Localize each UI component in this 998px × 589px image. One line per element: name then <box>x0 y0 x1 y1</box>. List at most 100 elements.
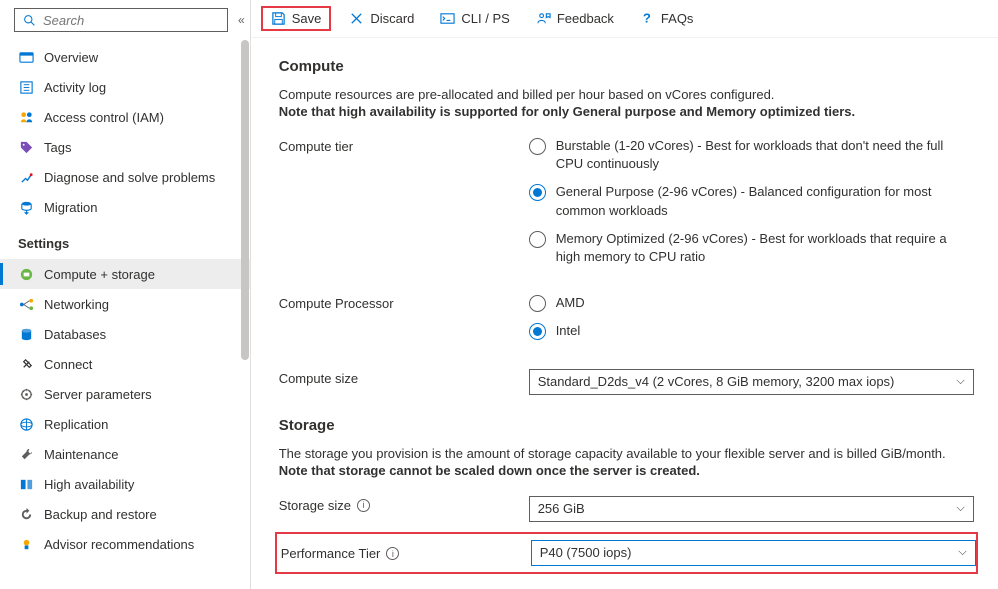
radio-label: Intel <box>556 322 581 340</box>
compute-desc2: Note that high availability is supported… <box>279 104 855 119</box>
save-button[interactable]: Save <box>261 6 332 31</box>
cli-label: CLI / PS <box>461 11 509 26</box>
radio-label: Burstable (1-20 vCores) - Best for workl… <box>556 137 959 173</box>
compute-tier-label: Compute tier <box>279 137 529 154</box>
nav-label: Replication <box>44 417 108 432</box>
compute-storage-icon <box>18 266 34 282</box>
compute-desc1: Compute resources are pre-allocated and … <box>279 87 978 102</box>
faqs-button[interactable]: ? FAQs <box>632 7 702 30</box>
sidebar-item-maintenance[interactable]: Maintenance <box>0 439 250 469</box>
sidebar-item-activity-log[interactable]: Activity log <box>0 72 250 102</box>
compute-size-select[interactable]: Standard_D2ds_v4 (2 vCores, 8 GiB memory… <box>529 369 974 395</box>
compute-tier-memory-optimized[interactable]: Memory Optimized (2-96 vCores) - Best fo… <box>529 230 959 266</box>
feedback-button[interactable]: Feedback <box>528 7 622 30</box>
radio-icon <box>529 138 546 155</box>
radio-label: General Purpose (2-96 vCores) - Balanced… <box>556 183 959 219</box>
nav-label: Backup and restore <box>44 507 157 522</box>
nav-label: Advisor recommendations <box>44 537 194 552</box>
radio-label: AMD <box>556 294 585 312</box>
server-parameters-icon <box>18 386 34 402</box>
chevron-down-icon: ⌵ <box>956 375 964 388</box>
sidebar-item-networking[interactable]: Networking <box>0 289 250 319</box>
save-label: Save <box>292 11 322 26</box>
sidebar-item-advisor[interactable]: Advisor recommendations <box>0 529 250 559</box>
sidebar-item-access-control[interactable]: Access control (IAM) <box>0 102 250 132</box>
nav-label: Maintenance <box>44 447 118 462</box>
nav-label: Access control (IAM) <box>44 110 164 125</box>
tags-icon <box>18 139 34 155</box>
maintenance-icon <box>18 446 34 462</box>
sidebar-item-diagnose[interactable]: Diagnose and solve problems <box>0 162 250 192</box>
sidebar-item-connect[interactable]: Connect <box>0 349 250 379</box>
storage-size-label: Storage size <box>279 498 351 513</box>
databases-icon <box>18 326 34 342</box>
discard-button[interactable]: Discard <box>341 7 422 30</box>
sidebar-item-backup-restore[interactable]: Backup and restore <box>0 499 250 529</box>
faqs-label: FAQs <box>661 11 694 26</box>
search-box[interactable] <box>14 8 228 32</box>
radio-label: Memory Optimized (2-96 vCores) - Best fo… <box>556 230 959 266</box>
radio-icon <box>529 295 546 312</box>
networking-icon <box>18 296 34 312</box>
nav-label: Migration <box>44 200 97 215</box>
nav-label: Diagnose and solve problems <box>44 170 215 185</box>
feedback-label: Feedback <box>557 11 614 26</box>
collapse-sidebar-icon[interactable]: « <box>238 13 242 27</box>
performance-tier-select[interactable]: P40 (7500 iops) ⌵ <box>531 540 976 566</box>
sidebar-scrollbar[interactable] <box>240 40 250 580</box>
chevron-down-icon: ⌵ <box>958 546 966 559</box>
activity-log-icon <box>18 79 34 95</box>
storage-size-select[interactable]: 256 GiB ⌵ <box>529 496 974 522</box>
connect-icon <box>18 356 34 372</box>
overview-icon <box>18 49 34 65</box>
compute-tier-burstable[interactable]: Burstable (1-20 vCores) - Best for workl… <box>529 137 959 173</box>
settings-header: Settings <box>0 222 250 257</box>
performance-tier-label: Performance Tier <box>281 546 381 561</box>
sidebar-item-compute-storage[interactable]: Compute + storage <box>0 259 250 289</box>
sidebar-item-server-parameters[interactable]: Server parameters <box>0 379 250 409</box>
radio-checked-icon <box>529 184 546 201</box>
nav-label: Activity log <box>44 80 106 95</box>
chevron-down-icon: ⌵ <box>956 502 964 515</box>
nav-label: Connect <box>44 357 92 372</box>
compute-processor-label: Compute Processor <box>279 294 529 311</box>
sidebar-item-migration[interactable]: Migration <box>0 192 250 222</box>
radio-checked-icon <box>529 323 546 340</box>
nav-primary: Overview Activity log Access control (IA… <box>0 40 250 222</box>
cli-ps-button[interactable]: CLI / PS <box>432 7 517 30</box>
sidebar-item-tags[interactable]: Tags <box>0 132 250 162</box>
select-value: Standard_D2ds_v4 (2 vCores, 8 GiB memory… <box>538 374 895 389</box>
feedback-icon <box>536 11 551 26</box>
sidebar-item-overview[interactable]: Overview <box>0 42 250 72</box>
nav-label: Compute + storage <box>44 267 155 282</box>
high-availability-icon <box>18 476 34 492</box>
storage-desc2: Note that storage cannot be scaled down … <box>279 463 700 478</box>
compute-processor-intel[interactable]: Intel <box>529 322 959 340</box>
nav-label: Tags <box>44 140 71 155</box>
sidebar-item-replication[interactable]: Replication <box>0 409 250 439</box>
info-icon[interactable]: i <box>357 499 370 512</box>
content-area: Compute Compute resources are pre-alloca… <box>251 38 998 589</box>
nav-label: Server parameters <box>44 387 152 402</box>
migration-icon <box>18 199 34 215</box>
nav-settings: Compute + storage Networking Databases C… <box>0 257 250 559</box>
storage-heading: Storage <box>279 417 978 434</box>
cli-icon <box>440 11 455 26</box>
info-icon[interactable]: i <box>386 547 399 560</box>
search-input[interactable] <box>43 13 221 28</box>
access-control-icon <box>18 109 34 125</box>
storage-desc1: The storage you provision is the amount … <box>279 446 978 461</box>
replication-icon <box>18 416 34 432</box>
sidebar-item-databases[interactable]: Databases <box>0 319 250 349</box>
sidebar-item-high-availability[interactable]: High availability <box>0 469 250 499</box>
discard-icon <box>349 11 364 26</box>
diagnose-icon <box>18 169 34 185</box>
radio-icon <box>529 231 546 248</box>
discard-label: Discard <box>370 11 414 26</box>
advisor-icon <box>18 536 34 552</box>
nav-label: Networking <box>44 297 109 312</box>
compute-tier-general-purpose[interactable]: General Purpose (2-96 vCores) - Balanced… <box>529 183 959 219</box>
compute-heading: Compute <box>279 58 978 75</box>
compute-processor-amd[interactable]: AMD <box>529 294 959 312</box>
faqs-icon: ? <box>640 11 655 26</box>
